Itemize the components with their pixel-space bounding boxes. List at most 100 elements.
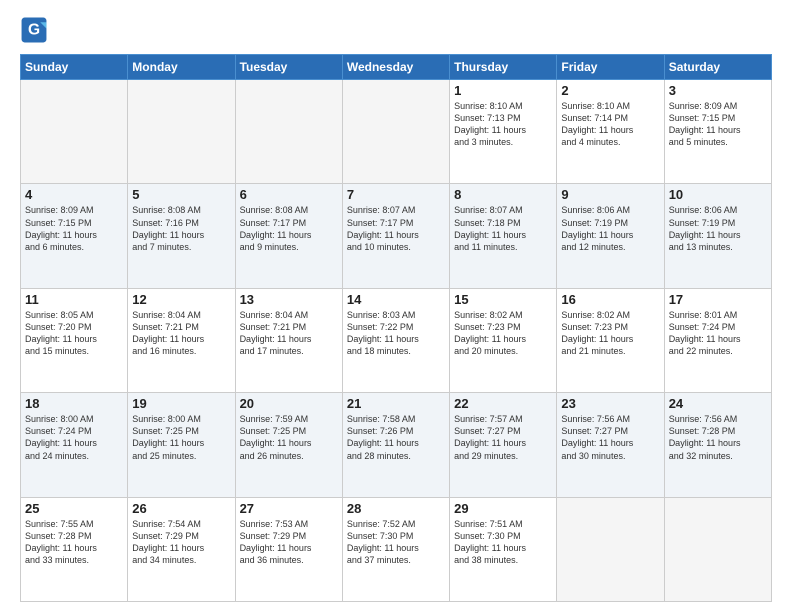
day-number: 23 [561,396,659,411]
day-cell: 13 Sunrise: 8:04 AM Sunset: 7:21 PM Dayli… [235,288,342,392]
day-info: Sunrise: 8:10 AM Sunset: 7:13 PM Dayligh… [454,100,552,149]
day-cell: 27 Sunrise: 7:53 AM Sunset: 7:29 PM Dayli… [235,497,342,601]
day-info: Sunrise: 8:01 AM Sunset: 7:24 PM Dayligh… [669,309,767,358]
day-cell [235,80,342,184]
day-number: 9 [561,187,659,202]
day-cell: 25Sunrise: 7:55 AM Sunset: 7:28 PM Dayli… [21,497,128,601]
day-info: Sunrise: 8:04 AM Sunset: 7:21 PM Dayligh… [240,309,338,358]
day-number: 19 [132,396,230,411]
day-cell [557,497,664,601]
day-cell: 11 Sunrise: 8:05 AM Sunset: 7:20 PM Dayli… [21,288,128,392]
day-cell: 28 Sunrise: 7:52 AM Sunset: 7:30 PM Dayli… [342,497,449,601]
day-number: 20 [240,396,338,411]
day-number: 15 [454,292,552,307]
day-number: 17 [669,292,767,307]
day-number: 14 [347,292,445,307]
day-info: Sunrise: 8:02 AM Sunset: 7:23 PM Dayligh… [454,309,552,358]
week-row-5: 25Sunrise: 7:55 AM Sunset: 7:28 PM Dayli… [21,497,772,601]
day-cell: 23Sunrise: 7:56 AM Sunset: 7:27 PM Dayli… [557,393,664,497]
day-info: Sunrise: 8:05 AM Sunset: 7:20 PM Dayligh… [25,309,123,358]
page: G SundayMondayTuesdayWednesdayThursdayFr… [0,0,792,612]
day-number: 22 [454,396,552,411]
day-number: 10 [669,187,767,202]
day-info: Sunrise: 7:59 AM Sunset: 7:25 PM Dayligh… [240,413,338,462]
weekday-friday: Friday [557,55,664,80]
day-info: Sunrise: 8:07 AM Sunset: 7:18 PM Dayligh… [454,204,552,253]
day-info: Sunrise: 8:10 AM Sunset: 7:14 PM Dayligh… [561,100,659,149]
day-info: Sunrise: 7:58 AM Sunset: 7:26 PM Dayligh… [347,413,445,462]
day-info: Sunrise: 7:53 AM Sunset: 7:29 PM Dayligh… [240,518,338,567]
day-number: 13 [240,292,338,307]
day-number: 8 [454,187,552,202]
week-row-2: 4Sunrise: 8:09 AM Sunset: 7:15 PM Daylig… [21,184,772,288]
day-cell: 1 Sunrise: 8:10 AM Sunset: 7:13 PM Daylig… [450,80,557,184]
day-number: 21 [347,396,445,411]
day-cell: 15 Sunrise: 8:02 AM Sunset: 7:23 PM Dayli… [450,288,557,392]
day-info: Sunrise: 8:08 AM Sunset: 7:17 PM Dayligh… [240,204,338,253]
day-info: Sunrise: 8:07 AM Sunset: 7:17 PM Dayligh… [347,204,445,253]
day-number: 2 [561,83,659,98]
day-cell: 26 Sunrise: 7:54 AM Sunset: 7:29 PM Dayli… [128,497,235,601]
day-cell: 16 Sunrise: 8:02 AM Sunset: 7:23 PM Dayli… [557,288,664,392]
weekday-wednesday: Wednesday [342,55,449,80]
header: G [20,16,772,44]
day-cell: 10 Sunrise: 8:06 AM Sunset: 7:19 PM Dayli… [664,184,771,288]
day-cell [128,80,235,184]
day-number: 28 [347,501,445,516]
day-info: Sunrise: 8:09 AM Sunset: 7:15 PM Dayligh… [669,100,767,149]
day-info: Sunrise: 8:06 AM Sunset: 7:19 PM Dayligh… [561,204,659,253]
day-cell: 8 Sunrise: 8:07 AM Sunset: 7:18 PM Daylig… [450,184,557,288]
day-cell: 24 Sunrise: 7:56 AM Sunset: 7:28 PM Dayli… [664,393,771,497]
day-cell: 12 Sunrise: 8:04 AM Sunset: 7:21 PM Dayli… [128,288,235,392]
logo: G [20,16,52,44]
day-number: 3 [669,83,767,98]
day-cell: 20 Sunrise: 7:59 AM Sunset: 7:25 PM Dayli… [235,393,342,497]
day-cell: 5 Sunrise: 8:08 AM Sunset: 7:16 PM Daylig… [128,184,235,288]
day-number: 26 [132,501,230,516]
week-row-4: 18 Sunrise: 8:00 AM Sunset: 7:24 PM Dayli… [21,393,772,497]
week-row-1: 1 Sunrise: 8:10 AM Sunset: 7:13 PM Daylig… [21,80,772,184]
day-info: Sunrise: 7:57 AM Sunset: 7:27 PM Dayligh… [454,413,552,462]
day-number: 27 [240,501,338,516]
day-cell [664,497,771,601]
day-cell: 19Sunrise: 8:00 AM Sunset: 7:25 PM Dayli… [128,393,235,497]
day-number: 4 [25,187,123,202]
day-info: Sunrise: 8:06 AM Sunset: 7:19 PM Dayligh… [669,204,767,253]
day-cell: 2 Sunrise: 8:10 AM Sunset: 7:14 PM Daylig… [557,80,664,184]
svg-text:G: G [28,22,40,39]
day-number: 1 [454,83,552,98]
weekday-sunday: Sunday [21,55,128,80]
day-number: 24 [669,396,767,411]
day-number: 7 [347,187,445,202]
day-info: Sunrise: 8:00 AM Sunset: 7:24 PM Dayligh… [25,413,123,462]
day-info: Sunrise: 7:54 AM Sunset: 7:29 PM Dayligh… [132,518,230,567]
day-cell: 18 Sunrise: 8:00 AM Sunset: 7:24 PM Dayli… [21,393,128,497]
day-info: Sunrise: 7:52 AM Sunset: 7:30 PM Dayligh… [347,518,445,567]
day-cell: 9 Sunrise: 8:06 AM Sunset: 7:19 PM Daylig… [557,184,664,288]
day-cell: 7 Sunrise: 8:07 AM Sunset: 7:17 PM Daylig… [342,184,449,288]
day-info: Sunrise: 8:04 AM Sunset: 7:21 PM Dayligh… [132,309,230,358]
day-info: Sunrise: 7:51 AM Sunset: 7:30 PM Dayligh… [454,518,552,567]
day-cell: 14Sunrise: 8:03 AM Sunset: 7:22 PM Dayli… [342,288,449,392]
day-number: 29 [454,501,552,516]
weekday-thursday: Thursday [450,55,557,80]
day-number: 6 [240,187,338,202]
day-number: 11 [25,292,123,307]
week-row-3: 11 Sunrise: 8:05 AM Sunset: 7:20 PM Dayli… [21,288,772,392]
day-info: Sunrise: 8:08 AM Sunset: 7:16 PM Dayligh… [132,204,230,253]
day-number: 16 [561,292,659,307]
day-cell: 6 Sunrise: 8:08 AM Sunset: 7:17 PM Daylig… [235,184,342,288]
weekday-header-row: SundayMondayTuesdayWednesdayThursdayFrid… [21,55,772,80]
weekday-monday: Monday [128,55,235,80]
day-info: Sunrise: 7:56 AM Sunset: 7:28 PM Dayligh… [669,413,767,462]
day-number: 18 [25,396,123,411]
day-cell: 17 Sunrise: 8:01 AM Sunset: 7:24 PM Dayli… [664,288,771,392]
day-cell: 29 Sunrise: 7:51 AM Sunset: 7:30 PM Dayli… [450,497,557,601]
day-info: Sunrise: 8:02 AM Sunset: 7:23 PM Dayligh… [561,309,659,358]
day-cell [342,80,449,184]
day-number: 25 [25,501,123,516]
day-number: 12 [132,292,230,307]
day-cell: 22 Sunrise: 7:57 AM Sunset: 7:27 PM Dayli… [450,393,557,497]
day-number: 5 [132,187,230,202]
weekday-tuesday: Tuesday [235,55,342,80]
